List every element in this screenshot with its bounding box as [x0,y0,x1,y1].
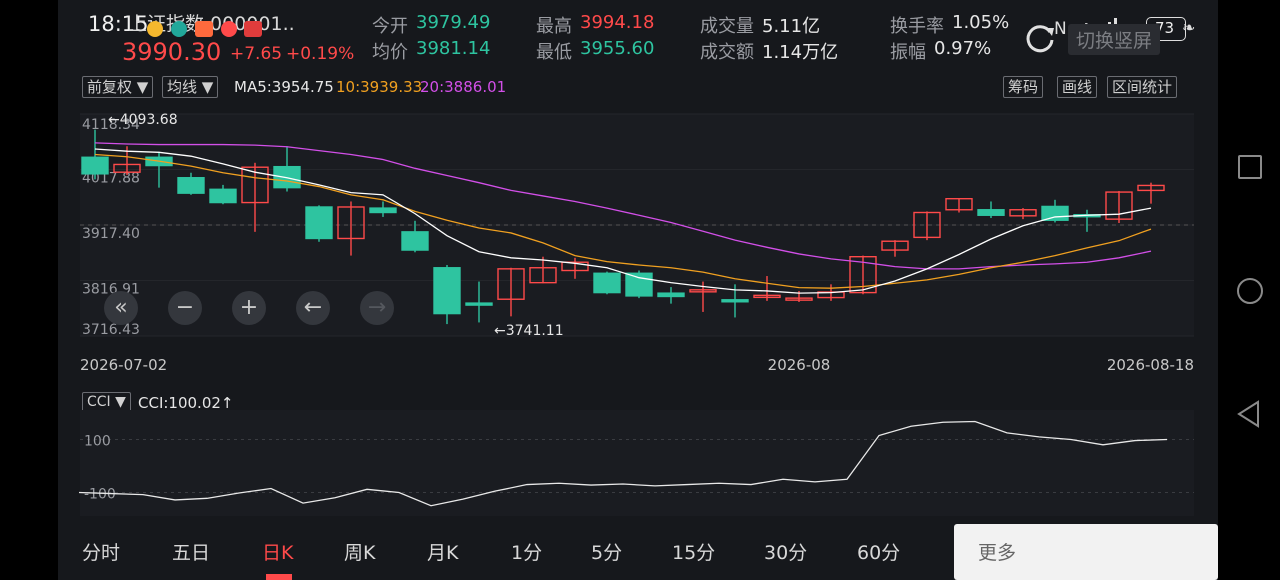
tab-period[interactable]: 月K [427,538,458,565]
candle [593,271,621,295]
cci-chart[interactable]: 100 -100 [58,410,1218,520]
home-icon[interactable] [1237,278,1263,304]
cci-plot-area [80,410,1194,516]
candle-body [177,177,205,194]
x-tick-label: 2026-08-18 [1107,356,1194,374]
tab-period[interactable]: 分时 [82,538,120,565]
stat-value: 3981.14 [416,38,491,59]
candle-body [1041,205,1069,221]
stat-value: 3979.49 [416,12,491,33]
cci-select[interactable]: CCI ▼ [82,392,131,412]
stat-value: 0.97% [934,38,992,59]
zoom-out-all-button[interactable]: « [104,291,138,325]
more-label: 更多 [978,542,1017,564]
stat-label: 均价 [372,42,408,63]
candle-body [305,206,333,240]
stat-label: 今开 [372,16,408,37]
more-button[interactable]: 更多 [954,524,1218,580]
candle-body [369,207,397,214]
draw-line-button[interactable]: 画线 [1057,76,1098,98]
quote-panel: 18:15 上证指数 000001.. 3990.30 +7.65 +0.19%… [58,0,1218,580]
stat-value: 3955.60 [580,38,655,59]
back-icon[interactable] [1236,400,1262,432]
candle-body [593,272,621,294]
stat-label: 成交量 [700,16,754,37]
x-tick-label: 2026-08 [768,356,831,374]
stat-value: 1.14万亿 [762,42,839,63]
cci-tick-label: 100 [84,434,111,450]
candle-body [625,272,653,297]
adjust-select[interactable]: 前复权 ▼ [82,76,154,98]
tab-period[interactable]: 60分 [857,538,900,565]
y-tick-label: 3917.40 [82,226,140,242]
scroll-right-button[interactable]: → [360,291,394,325]
candle-body [81,156,109,175]
y-tick-label: 3716.43 [82,322,140,338]
range-stats-button[interactable]: 区间统计 [1107,76,1178,98]
tab-period[interactable]: 周K [344,538,375,565]
tab-period[interactable]: 五日 [172,538,210,565]
ma10-label: 10:3939.33 [336,78,423,96]
chips-button[interactable]: 筹码 [1003,76,1044,98]
right-nav-bar [1218,0,1280,580]
candlestick-chart[interactable]: 4118.344017.883917.403816.913716.43←4093… [58,100,1218,385]
low-annotation: ←3741.11 [494,323,564,339]
tab-period[interactable]: 5分 [591,538,622,565]
left-system-bar [0,0,102,580]
candle-body [721,299,749,303]
stat-value: 3994.18 [580,12,655,33]
stat-value: 1.05% [952,12,1010,33]
price-change: +7.65 [230,44,283,64]
recent-apps-icon[interactable] [1238,155,1262,179]
zoom-in-button[interactable]: + [232,291,266,325]
candle-body [465,302,493,306]
candle-body [433,267,461,315]
ma20-label: 20:3886.01 [420,78,507,96]
zoom-out-button[interactable]: − [168,291,202,325]
candle-body [209,188,237,204]
price-change-pct: +0.19% [286,44,355,64]
candle-body [657,292,685,298]
refresh-icon[interactable] [1024,22,1056,58]
stat-label: 振幅 [890,42,926,63]
ma5-label: MA5:3954.75 [234,78,334,96]
leaf-icon: ❧ [1182,18,1196,37]
ma-select[interactable]: 均线 ▼ [162,76,219,98]
stat-label: 换手率 [890,16,944,37]
cci-tick-label: -100 [84,487,116,503]
tab-active-indicator [266,574,292,580]
tab-period[interactable]: 1分 [511,538,542,565]
switch-portrait-button[interactable]: 切换竖屏 [1068,24,1161,55]
stat-label: 最低 [536,42,572,63]
candle-body [977,209,1005,216]
current-price: 3990.30 [122,38,222,66]
tab-period[interactable]: 日K [262,538,293,565]
x-tick-label: 2026-07-02 [80,356,167,374]
stat-label: 最高 [536,16,572,37]
stat-value: 5.11亿 [762,16,821,37]
tab-period[interactable]: 30分 [764,538,807,565]
candle-body [401,231,429,251]
candle [305,205,333,242]
stat-label: 成交额 [700,42,754,63]
high-annotation: ←4093.68 [108,112,178,128]
tab-period[interactable]: 15分 [672,538,715,565]
scroll-left-button[interactable]: ← [296,291,330,325]
